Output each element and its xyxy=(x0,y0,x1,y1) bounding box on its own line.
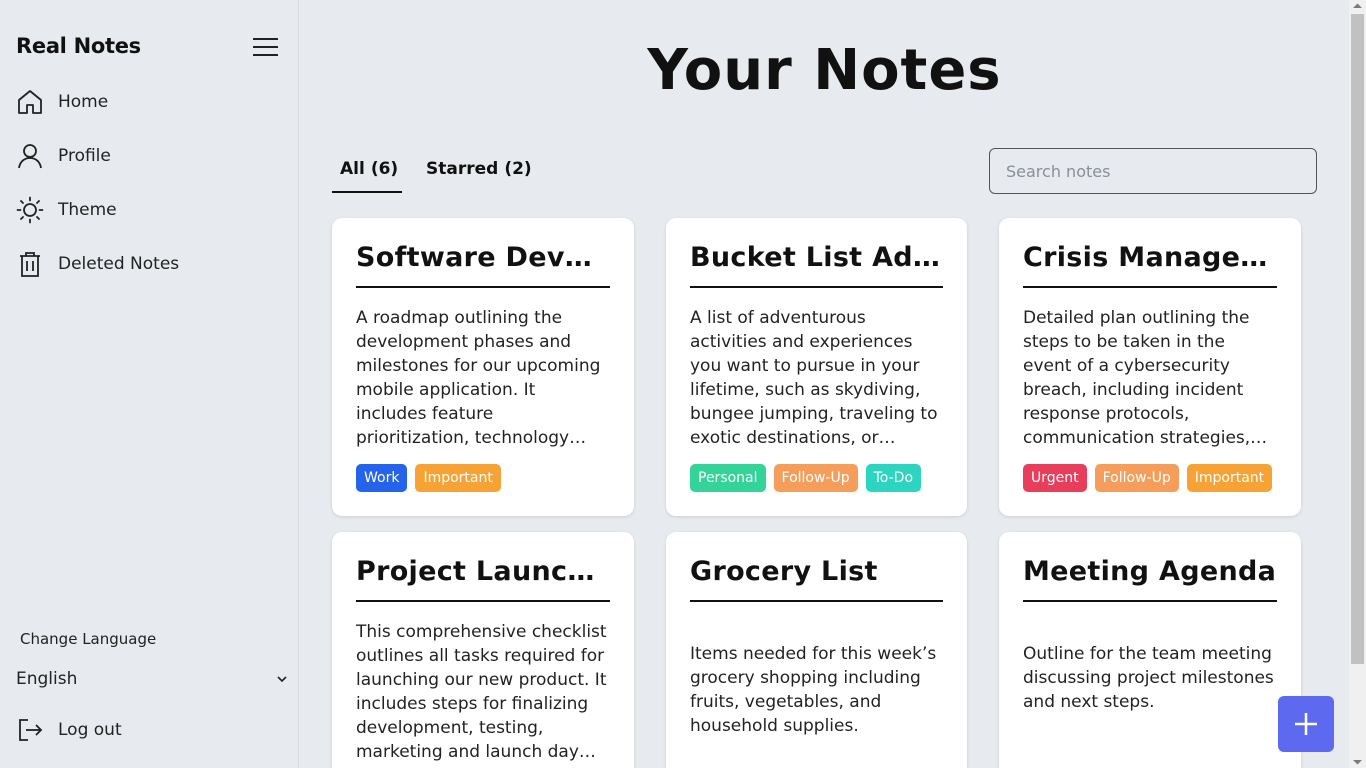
sidebar-item-deleted-notes[interactable]: Deleted Notes xyxy=(16,247,286,281)
language-value: English xyxy=(16,669,78,689)
note-title: Grocery List xyxy=(690,556,943,602)
page-scrollbar[interactable] xyxy=(1349,0,1366,768)
note-card[interactable]: Project Launch Checklist This comprehens… xyxy=(332,532,634,768)
note-body: A list of adventurous activities and exp… xyxy=(690,308,938,448)
note-title: Crisis Management Plan xyxy=(1023,242,1277,288)
tag-badge: Personal xyxy=(690,464,766,492)
tag-badge: Follow-Up xyxy=(1094,464,1179,492)
tag-badge: Work xyxy=(356,464,408,492)
note-body: A roadmap outlining the development phas… xyxy=(356,308,601,448)
note-card[interactable]: Grocery List Items needed for this week’… xyxy=(666,532,967,768)
sidebar-item-theme[interactable]: Theme xyxy=(16,193,286,227)
tab-all[interactable]: All (6) xyxy=(332,159,402,193)
tag-badge: Urgent xyxy=(1023,464,1087,492)
note-tags: Work Important xyxy=(356,464,501,492)
tab-label: All xyxy=(340,159,365,179)
note-tags: Personal Follow-Up To-Do xyxy=(690,464,922,492)
tab-count: (2) xyxy=(504,159,532,179)
note-title: Meeting Agenda xyxy=(1023,556,1277,602)
note-body: Outline for the team meeting discussing … xyxy=(1023,644,1274,712)
scrollbar-thumb[interactable] xyxy=(1351,14,1364,664)
change-language-label: Change Language xyxy=(20,630,157,648)
home-icon xyxy=(18,90,42,114)
user-icon xyxy=(18,144,42,169)
tag-badge: Follow-Up xyxy=(773,464,858,492)
tab-label: Starred xyxy=(426,159,499,179)
note-body: This comprehensive checklist outlines al… xyxy=(356,622,607,762)
sidebar: Real Notes Home Profile Theme Deleted No… xyxy=(0,0,299,768)
scroll-up-arrow-icon xyxy=(1353,3,1362,8)
sidebar-item-label: Deleted Notes xyxy=(58,254,180,274)
note-card[interactable]: Software Development Roadmap A roadmap o… xyxy=(332,218,634,516)
tab-starred[interactable]: Starred (2) xyxy=(418,159,540,193)
plus-icon xyxy=(1295,713,1317,735)
logout-button[interactable]: Log out xyxy=(16,713,216,747)
sidebar-item-profile[interactable]: Profile xyxy=(16,139,286,173)
note-card[interactable]: Crisis Management Plan Detailed plan out… xyxy=(999,218,1301,516)
sun-icon xyxy=(16,196,44,224)
tab-count: (6) xyxy=(370,159,399,179)
note-title: Project Launch Checklist xyxy=(356,556,610,602)
add-note-button[interactable] xyxy=(1278,696,1334,752)
note-body: Detailed plan outlining the steps to be … xyxy=(1023,308,1251,448)
tag-badge: Important xyxy=(1186,464,1273,492)
note-body: Items needed for this week’s grocery sho… xyxy=(690,644,937,736)
menu-toggle-button[interactable] xyxy=(253,36,279,58)
tag-badge: Important xyxy=(415,464,501,492)
trash-icon xyxy=(20,252,40,277)
tag-badge: To-Do xyxy=(865,464,922,492)
note-title: Bucket List Adventures xyxy=(690,242,943,288)
logout-label: Log out xyxy=(58,720,122,740)
note-title: Software Development Roadmap xyxy=(356,242,610,288)
hamburger-icon xyxy=(253,38,278,56)
sidebar-item-home[interactable]: Home xyxy=(16,85,286,119)
note-card[interactable]: Bucket List Adventures A list of adventu… xyxy=(666,218,967,516)
chevron-down-icon xyxy=(277,676,287,683)
scroll-down-arrow-icon xyxy=(1353,760,1362,765)
page-title: Your Notes xyxy=(647,38,1002,103)
note-tags: Urgent Follow-Up Important xyxy=(1023,464,1273,492)
sidebar-item-label: Home xyxy=(58,92,109,112)
language-select[interactable]: English xyxy=(16,666,288,692)
note-card[interactable]: Meeting Agenda Outline for the team meet… xyxy=(999,532,1301,768)
logout-icon xyxy=(19,719,43,741)
search-input[interactable] xyxy=(989,148,1317,194)
sidebar-item-label: Profile xyxy=(58,146,111,166)
sidebar-item-label: Theme xyxy=(58,200,117,220)
app-brand: Real Notes xyxy=(16,34,141,58)
